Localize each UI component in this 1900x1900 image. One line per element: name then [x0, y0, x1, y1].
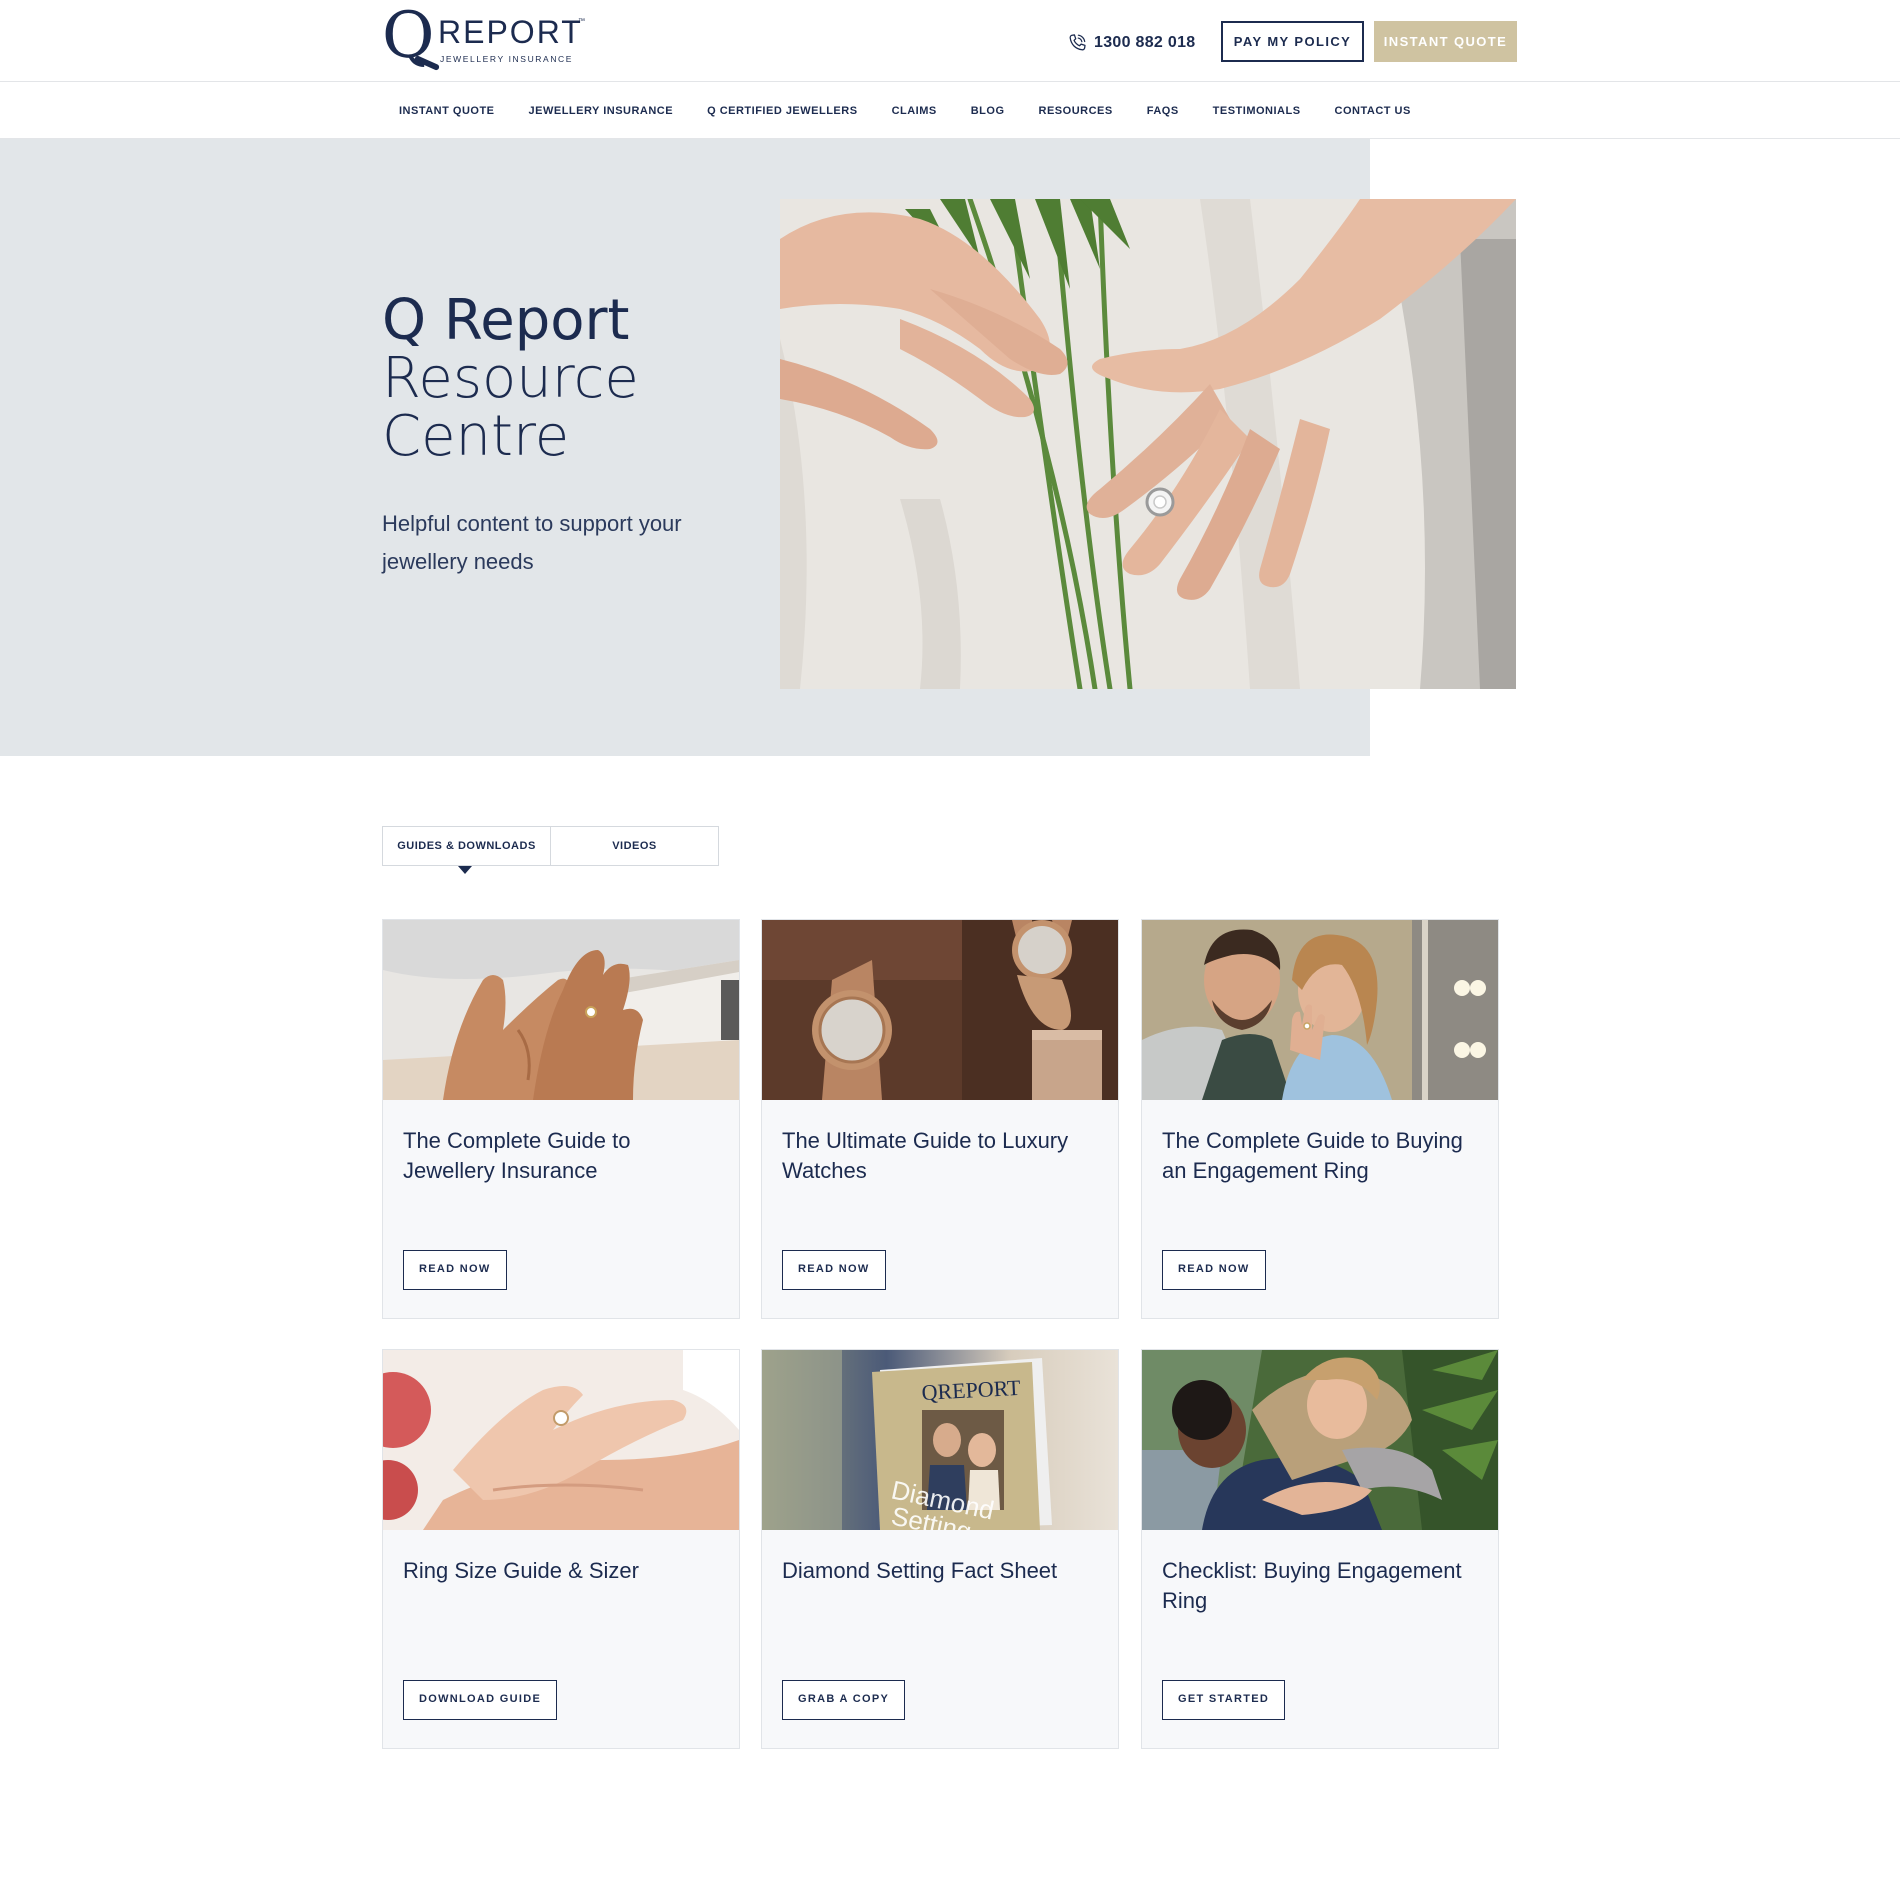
nav-item-faqs[interactable]: FAQS — [1130, 105, 1196, 117]
get-started-button[interactable]: GET STARTED — [1162, 1680, 1286, 1720]
card-title: The Ultimate Guide to Luxury Watches — [782, 1128, 1069, 1183]
logo-tagline: JEWELLERY INSURANCE — [440, 54, 574, 64]
logo-trademark: ™ — [578, 18, 585, 25]
booklet-brand: QREPORT — [921, 1375, 1022, 1405]
nav-item-contact-us[interactable]: CONTACT US — [1318, 105, 1428, 117]
card-title: The Complete Guide to Jewellery Insuranc… — [403, 1128, 631, 1183]
card-title: Diamond Setting Fact Sheet — [782, 1558, 1058, 1583]
card-title: Ring Size Guide & Sizer — [403, 1558, 639, 1583]
resource-card: Ring Size Guide & Sizer DOWNLOAD GUIDE — [382, 1349, 740, 1749]
resource-tabs: GUIDES & DOWNLOADS VIDEOS — [382, 826, 719, 866]
hero-photo — [780, 199, 1516, 689]
phone-number: 1300 882 018 — [1094, 34, 1196, 51]
nav-item-testimonials[interactable]: TESTIMONIALS — [1196, 105, 1318, 117]
logo-letter: Q — [382, 0, 435, 73]
site-logo[interactable]: Q REPORT ™ JEWELLERY INSURANCE — [382, 4, 592, 72]
card-illustration — [383, 1350, 739, 1530]
site-header: Q REPORT ™ JEWELLERY INSURANCE 1300 882 … — [0, 0, 1900, 82]
card-image-ring-size — [383, 1350, 739, 1530]
phone-link[interactable]: 1300 882 018 — [1066, 30, 1195, 56]
tab-guides-downloads[interactable]: GUIDES & DOWNLOADS — [383, 827, 550, 865]
grab-a-copy-button[interactable]: GRAB A COPY — [782, 1680, 906, 1720]
nav-item-jewellery-insurance[interactable]: JEWELLERY INSURANCE — [512, 105, 691, 117]
hero-photo-illustration — [780, 199, 1516, 689]
read-now-button[interactable]: READ NOW — [403, 1250, 507, 1290]
nav-item-resources[interactable]: RESOURCES — [1022, 105, 1130, 117]
resource-card: The Ultimate Guide to Luxury Watches REA… — [761, 919, 1119, 1319]
hero-subtitle: Helpful content to support your jeweller… — [382, 511, 682, 574]
pay-my-policy-button[interactable]: PAY MY POLICY — [1221, 21, 1364, 62]
card-illustration: QREPORT Diamond Setting — [762, 1350, 1118, 1530]
nav-list: INSTANT QUOTE JEWELLERY INSURANCE Q CERT… — [382, 82, 1428, 139]
read-now-button[interactable]: READ NOW — [1162, 1250, 1266, 1290]
resource-card: Checklist: Buying Engagement Ring GET ST… — [1141, 1349, 1499, 1749]
hero-title-line-2: Resource — [382, 346, 639, 411]
resource-card: The Complete Guide to Buying an Engageme… — [1141, 919, 1499, 1319]
card-image-diamond-booklet: QREPORT Diamond Setting — [762, 1350, 1118, 1530]
card-illustration — [762, 920, 1118, 1100]
logo-word: REPORT — [438, 14, 583, 50]
card-image-engaged-couple — [1142, 920, 1498, 1100]
hero-title: Q Report Resource Centre — [382, 292, 742, 466]
download-guide-button[interactable]: DOWNLOAD GUIDE — [403, 1680, 558, 1720]
resource-card: The Complete Guide to Jewellery Insuranc… — [382, 919, 740, 1319]
card-illustration — [1142, 1350, 1498, 1530]
active-tab-caret-icon — [458, 866, 472, 874]
instant-quote-button[interactable]: INSTANT QUOTE — [1374, 21, 1517, 62]
resource-card: QREPORT Diamond Setting Diamond Setting … — [761, 1349, 1119, 1749]
card-image-couple-embrace — [1142, 1350, 1498, 1530]
tab-videos[interactable]: VIDEOS — [550, 827, 718, 865]
card-title: The Complete Guide to Buying an Engageme… — [1162, 1128, 1463, 1183]
hero-title-line-1: Q Report — [382, 288, 630, 353]
card-title: Checklist: Buying Engagement Ring — [1162, 1558, 1462, 1613]
phone-icon — [1069, 34, 1086, 51]
card-illustration — [1142, 920, 1498, 1100]
hero-title-line-3: Centre — [382, 404, 570, 469]
card-image-luxury-watches — [762, 920, 1118, 1100]
nav-item-instant-quote[interactable]: INSTANT QUOTE — [382, 105, 512, 117]
nav-item-q-certified-jewellers[interactable]: Q CERTIFIED JEWELLERS — [690, 105, 874, 117]
read-now-button[interactable]: READ NOW — [782, 1250, 886, 1290]
card-illustration — [383, 920, 739, 1100]
nav-item-blog[interactable]: BLOG — [954, 105, 1022, 117]
card-image-hands-ring — [383, 920, 739, 1100]
nav-item-claims[interactable]: CLAIMS — [875, 105, 954, 117]
main-nav: INSTANT QUOTE JEWELLERY INSURANCE Q CERT… — [0, 82, 1900, 139]
